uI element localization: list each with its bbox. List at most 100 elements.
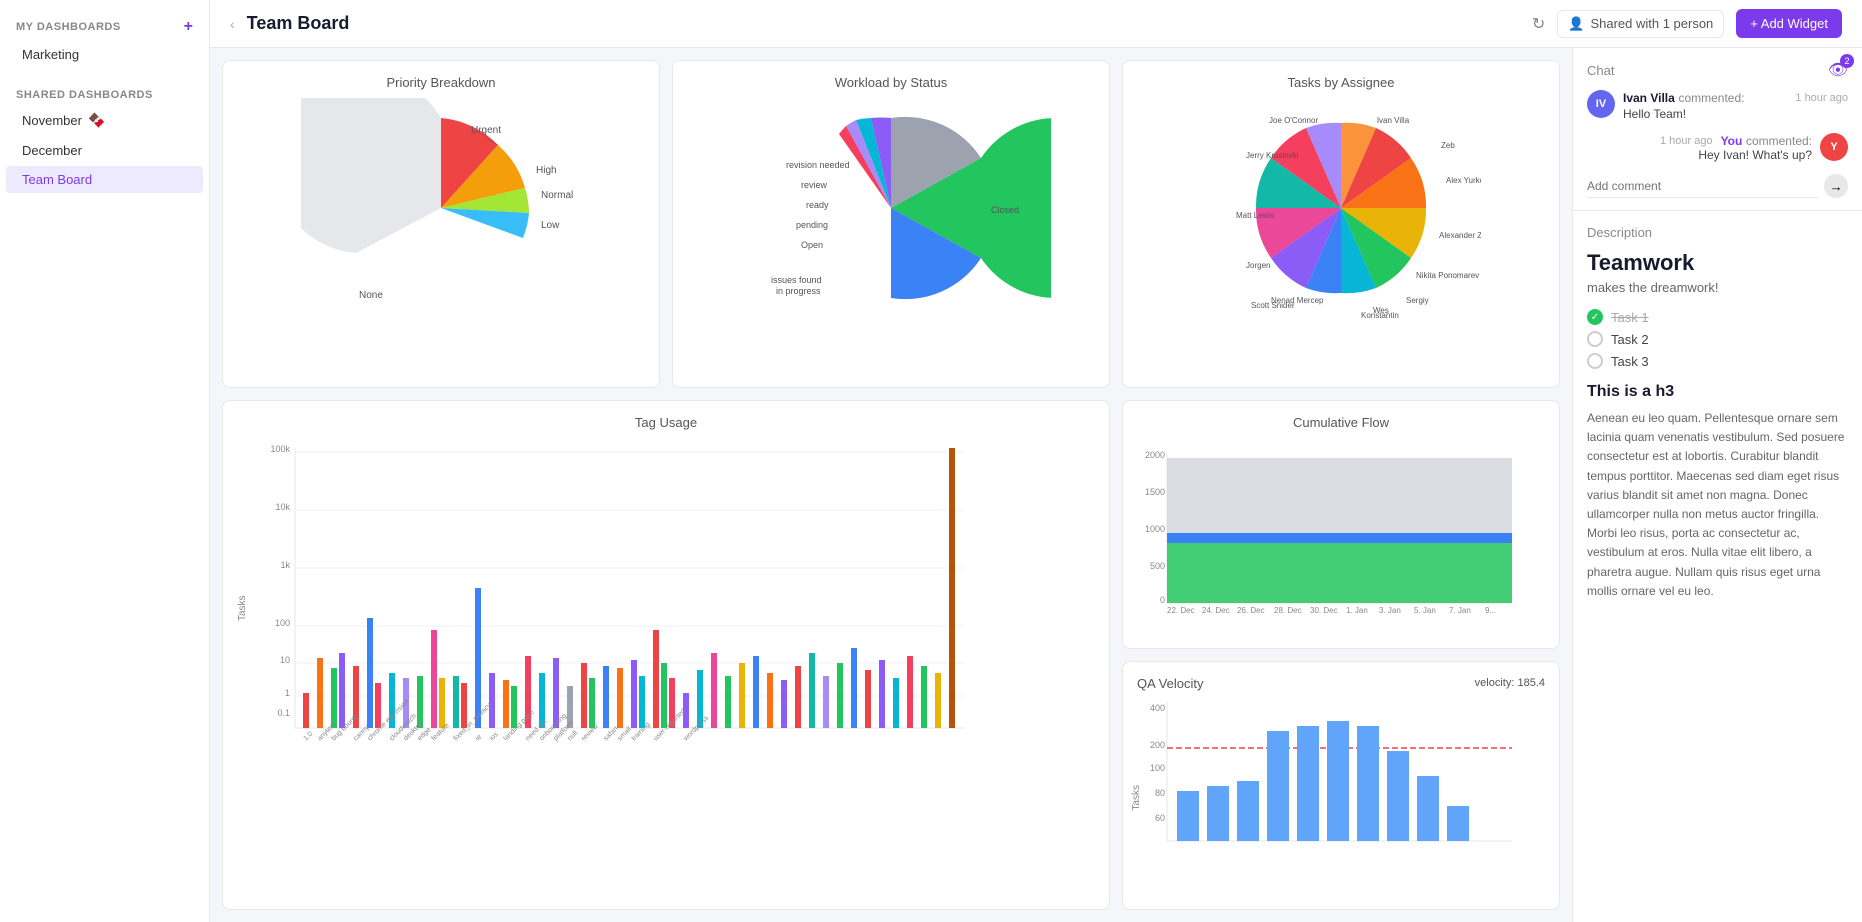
sidebar-item-team-board[interactable]: Team Board: [6, 166, 203, 193]
task-check-2[interactable]: [1587, 331, 1603, 347]
chat-sender-ivan: Ivan Villa commented:: [1623, 90, 1744, 105]
svg-text:100: 100: [275, 618, 290, 628]
tag-chart-area: Tasks 100k 10k 1k 100 10 1 0.1: [237, 438, 1095, 778]
assignee-widget: Tasks by Assignee: [1122, 60, 1560, 388]
svg-text:ie: ie: [474, 733, 483, 742]
svg-text:10k: 10k: [275, 502, 290, 512]
task-label-1: Task 1: [1611, 310, 1649, 325]
svg-text:Ivan Villa: Ivan Villa: [1377, 116, 1410, 125]
workload-pie-chart: Closed revision needed review ready pend…: [731, 98, 1051, 318]
sidebar-collapse-button[interactable]: ‹: [230, 16, 235, 32]
tag-usage-widget: Tag Usage Tasks 100k 10k 1k 100 10: [222, 400, 1110, 911]
description-h3: This is a h3: [1587, 383, 1848, 401]
svg-text:0: 0: [1160, 595, 1165, 605]
task-item-1: Task 1: [1587, 309, 1848, 325]
svg-text:Sergiy: Sergiy: [1406, 296, 1429, 305]
task-check-3[interactable]: [1587, 353, 1603, 369]
chat-input[interactable]: [1587, 175, 1818, 198]
svg-text:Alexander Zinchenko: Alexander Zinchenko: [1439, 231, 1481, 240]
description-subtitle: makes the dreamwork!: [1587, 280, 1848, 295]
right-panel: Chat 👁 2 IV Ivan Villa commented:: [1572, 48, 1862, 922]
svg-text:issues found: issues found: [771, 275, 822, 285]
task-label-3: Task 3: [1611, 354, 1649, 369]
svg-text:200: 200: [1150, 740, 1165, 750]
svg-text:Urgent: Urgent: [471, 125, 501, 136]
eye-badge-container: 👁 2: [1828, 60, 1848, 80]
chat-content-ivan: Ivan Villa commented: 1 hour ago Hello T…: [1623, 90, 1848, 121]
cumulative-flow-title: Cumulative Flow: [1137, 415, 1545, 430]
svg-text:ready: ready: [806, 200, 829, 210]
send-icon: →: [1829, 179, 1842, 194]
add-widget-button[interactable]: + Add Widget: [1736, 9, 1842, 38]
svg-text:0.1: 0.1: [277, 708, 290, 718]
svg-text:500: 500: [1150, 561, 1165, 571]
sidebar-item-marketing[interactable]: Marketing: [6, 41, 203, 68]
chat-text-you: Hey Ivan! What's up?: [1587, 148, 1812, 162]
chat-message-ivan: IV Ivan Villa commented: 1 hour ago Hell…: [1587, 90, 1848, 121]
sidebar-item-november[interactable]: November 🍫: [6, 106, 203, 135]
task-label-2: Task 2: [1611, 332, 1649, 347]
svg-text:review: review: [801, 180, 828, 190]
page-title: Team Board: [247, 13, 1520, 34]
dashboard-grid: Priority Breakdown Urgent: [210, 48, 1572, 922]
svg-text:Open: Open: [801, 240, 823, 250]
add-dashboard-button[interactable]: +: [184, 18, 193, 36]
priority-breakdown-widget: Priority Breakdown Urgent: [222, 60, 660, 388]
svg-text:1: 1: [285, 688, 290, 698]
svg-text:revision needed: revision needed: [786, 160, 850, 170]
svg-text:24. Dec: 24. Dec: [1202, 606, 1230, 615]
task-list: Task 1 Task 2 Task 3: [1587, 309, 1848, 369]
svg-text:None: None: [359, 290, 383, 301]
svg-text:2000: 2000: [1145, 450, 1165, 460]
sidebar-item-december[interactable]: December: [6, 137, 203, 164]
svg-text:1.0: 1.0: [302, 730, 314, 742]
svg-text:Konstantin: Konstantin: [1361, 311, 1399, 318]
qa-velocity-widget: QA Velocity velocity: 185.4 400 200 100 …: [1122, 661, 1560, 910]
svg-text:Closed: Closed: [991, 205, 1019, 215]
description-body: Aenean eu leo quam. Pellentesque ornare …: [1587, 409, 1848, 601]
shared-button[interactable]: 👤 Shared with 1 person: [1557, 10, 1724, 38]
svg-text:Joe O'Connor: Joe O'Connor: [1269, 116, 1318, 125]
header: ‹ Team Board ↻ 👤 Shared with 1 person + …: [210, 0, 1862, 48]
svg-text:Low: Low: [541, 220, 560, 231]
svg-text:Zeb: Zeb: [1441, 141, 1455, 150]
svg-text:7. Jan: 7. Jan: [1449, 606, 1471, 615]
qa-y-label: Tasks: [1131, 785, 1142, 811]
task-item-3: Task 3: [1587, 353, 1848, 369]
svg-text:pending: pending: [796, 220, 828, 230]
assignee-chart-container: Ivan Villa Zeb Joe O'Connor Alex Yurkows…: [1137, 98, 1545, 318]
svg-text:10: 10: [280, 655, 290, 665]
svg-text:in progress: in progress: [776, 286, 821, 296]
svg-text:9...: 9...: [1485, 606, 1496, 615]
svg-text:High: High: [536, 165, 557, 176]
svg-text:22. Dec: 22. Dec: [1167, 606, 1195, 615]
eye-count: 2: [1840, 54, 1854, 68]
priority-pie-chart: Urgent High Normal Low None: [301, 98, 581, 318]
task-check-1[interactable]: [1587, 309, 1603, 325]
svg-text:Nikita Ponomarev: Nikita Ponomarev: [1416, 271, 1479, 280]
chat-header-ivan: Ivan Villa commented: 1 hour ago: [1623, 90, 1848, 105]
assignee-pie-chart: Ivan Villa Zeb Joe O'Connor Alex Yurkows…: [1201, 98, 1481, 318]
description-title: Description: [1587, 225, 1848, 240]
svg-text:Matt Lewis: Matt Lewis: [1236, 211, 1274, 220]
chat-text-ivan: Hello Team!: [1623, 107, 1848, 121]
chat-header-you: 1 hour ago You commented:: [1587, 133, 1812, 148]
send-button[interactable]: →: [1824, 174, 1848, 198]
description-heading: Teamwork: [1587, 250, 1848, 276]
tag-usage-chart: 100k 10k 1k 100 10 1 0.1: [255, 438, 975, 778]
workload-title: Workload by Status: [687, 75, 1095, 90]
content-area: Priority Breakdown Urgent: [210, 48, 1862, 922]
svg-text:Scott Snider: Scott Snider: [1251, 301, 1295, 310]
svg-text:400: 400: [1150, 703, 1165, 713]
tag-y-label: Tasks: [237, 438, 251, 778]
workload-chart-container: Closed revision needed review ready pend…: [687, 98, 1095, 318]
svg-text:3. Jan: 3. Jan: [1379, 606, 1401, 615]
svg-text:1500: 1500: [1145, 487, 1165, 497]
sidebar: MY DASHBOARDS + Marketing SHARED DASHBOA…: [0, 0, 210, 922]
avatar-you: Y: [1820, 133, 1848, 161]
refresh-button[interactable]: ↻: [1532, 14, 1545, 34]
svg-text:ios: ios: [488, 730, 500, 742]
qa-velocity-title: QA Velocity: [1137, 676, 1203, 691]
task-item-2: Task 2: [1587, 331, 1848, 347]
assignee-title: Tasks by Assignee: [1137, 75, 1545, 90]
